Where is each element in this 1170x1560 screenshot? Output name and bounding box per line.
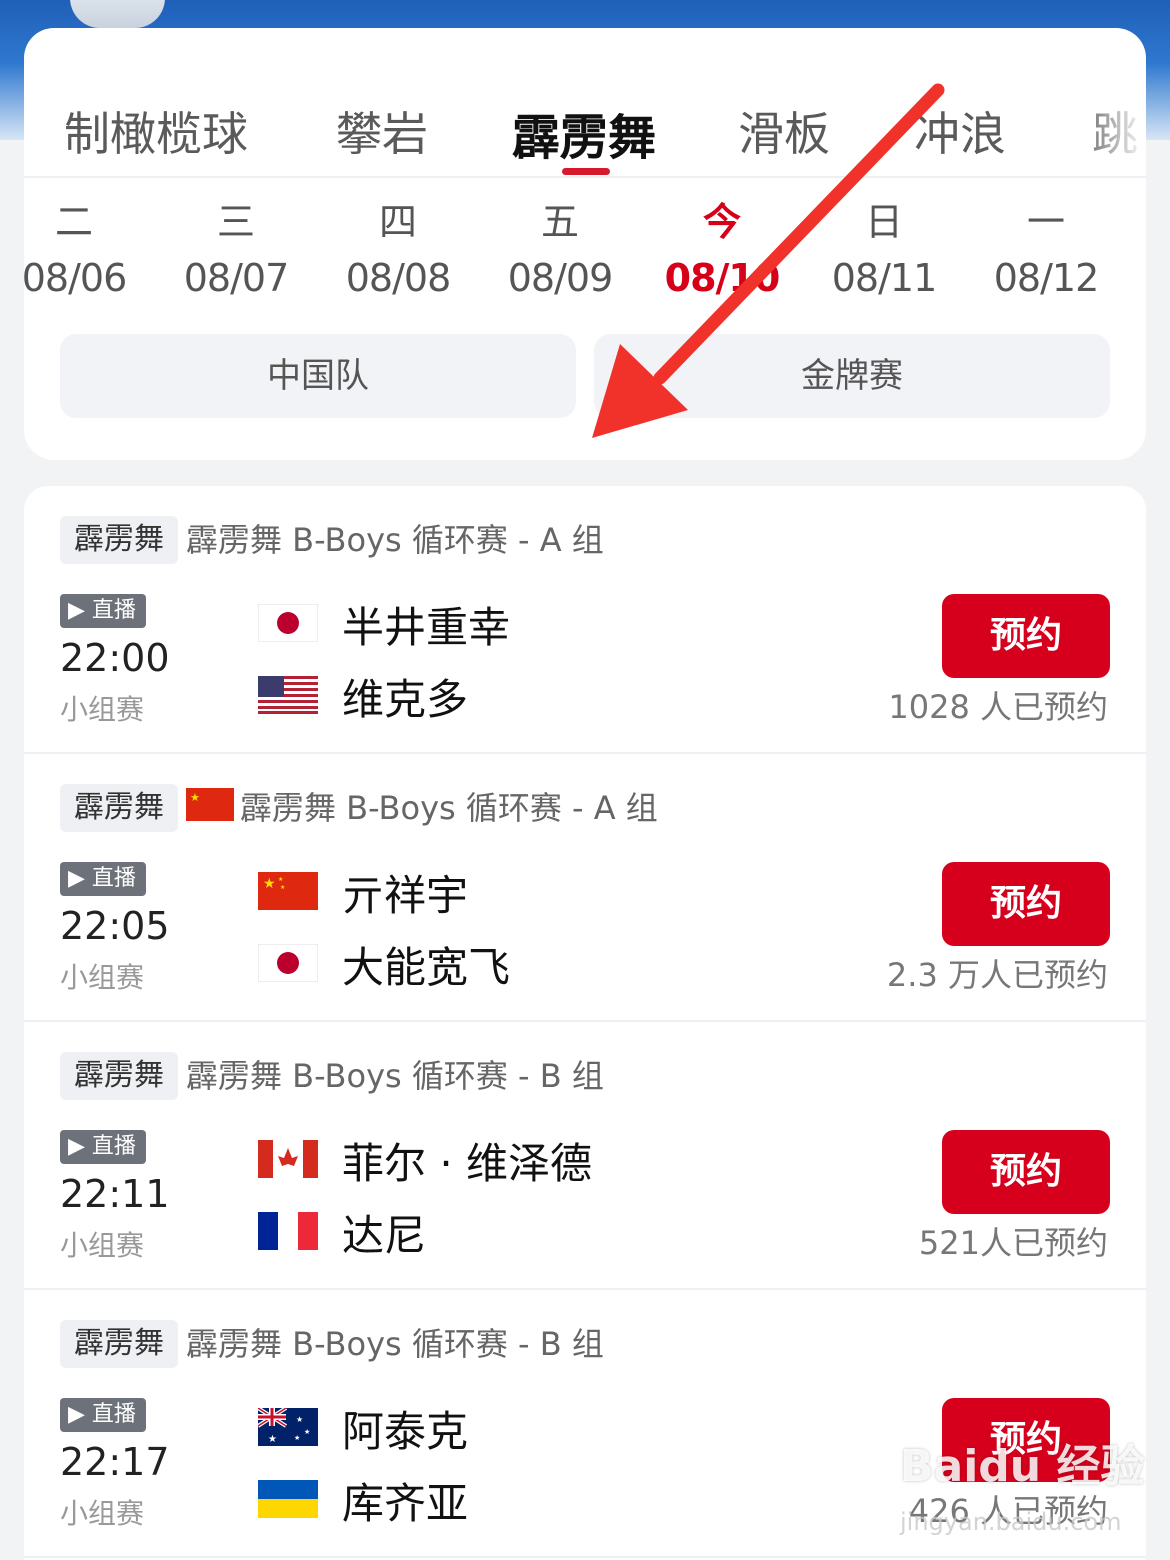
watermark-url: jingyan.baidu.com: [900, 1508, 1122, 1536]
watermark-logo: Baidu 经验: [900, 1441, 1145, 1492]
annotation-arrow-icon: [592, 83, 945, 438]
